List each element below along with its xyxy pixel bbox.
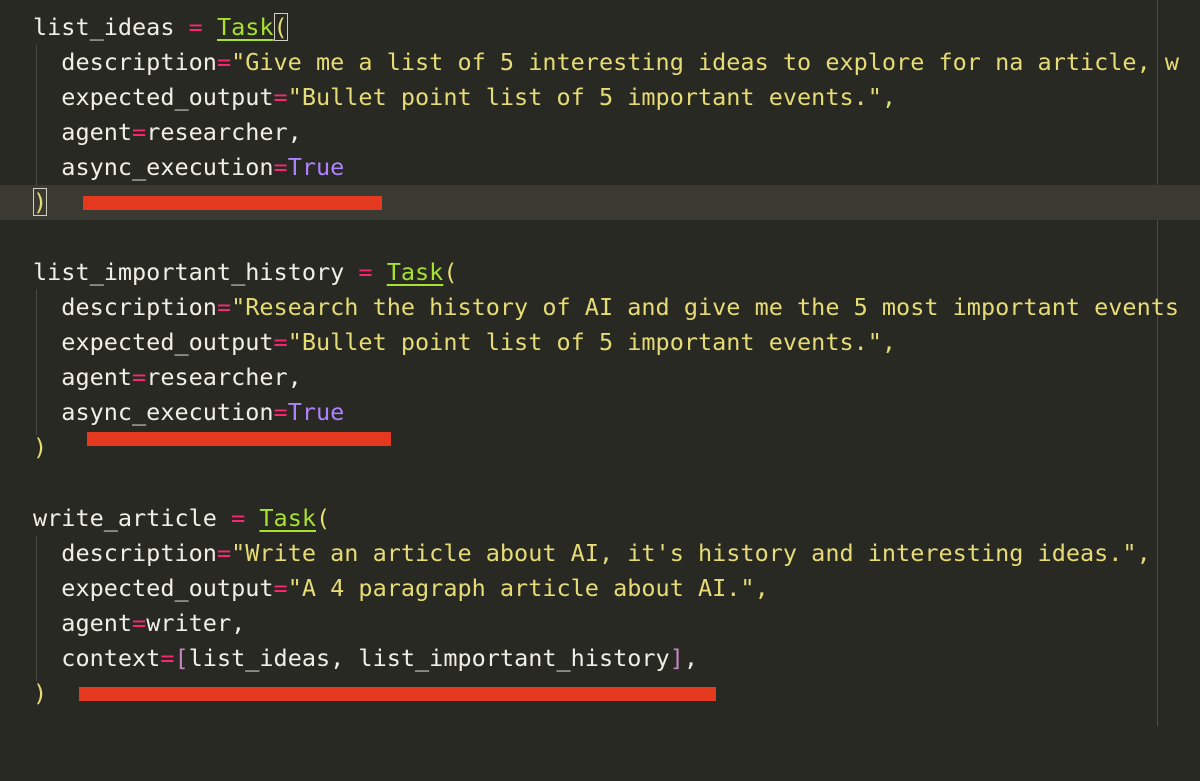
arg-key: expected_output bbox=[61, 328, 274, 356]
code-line[interactable]: expected_output="Bullet point list of 5 … bbox=[0, 80, 1200, 115]
arg-value: researcher, bbox=[146, 118, 302, 146]
class-name: Task bbox=[259, 504, 316, 532]
arg-key: description bbox=[61, 48, 217, 76]
arg-key: agent bbox=[61, 363, 133, 391]
arg-key: expected_output bbox=[61, 83, 274, 111]
highlight-mark bbox=[83, 196, 382, 210]
code-line[interactable]: agent=writer, bbox=[0, 606, 1200, 641]
code-line[interactable]: description="Research the history of AI … bbox=[0, 290, 1200, 325]
code-line[interactable]: async_execution=True bbox=[0, 150, 1200, 185]
code-line[interactable]: agent=researcher, bbox=[0, 360, 1200, 395]
code-line[interactable]: description="Write an article about AI, … bbox=[0, 536, 1200, 571]
code-line[interactable]: async_execution=True bbox=[0, 395, 1200, 430]
close-paren: ) bbox=[33, 433, 48, 461]
assign-operator: = bbox=[231, 504, 246, 532]
arg-string: "Bullet point list of 5 important events… bbox=[287, 328, 897, 356]
list-close-bracket: ] bbox=[669, 644, 684, 672]
arg-string: "A 4 paragraph article about AI.", bbox=[287, 574, 769, 602]
class-name: Task bbox=[386, 258, 444, 286]
arg-key: async_execution bbox=[61, 398, 274, 426]
code-line[interactable]: write_article = Task( bbox=[0, 501, 1200, 536]
arg-string: "Research the history of AI and give me … bbox=[231, 293, 1180, 321]
variable-name: list_ideas bbox=[33, 13, 175, 41]
trailing-comma: , bbox=[683, 644, 699, 672]
bool-constant: True bbox=[287, 398, 345, 426]
highlight-mark bbox=[79, 687, 716, 701]
close-paren: ) bbox=[33, 188, 48, 216]
code-line[interactable]: description="Give me a list of 5 interes… bbox=[0, 45, 1200, 80]
code-line[interactable]: expected_output="A 4 paragraph article a… bbox=[0, 571, 1200, 606]
open-paren: ( bbox=[273, 13, 288, 41]
arg-key: agent bbox=[61, 609, 133, 637]
arg-value: researcher, bbox=[146, 363, 302, 391]
arg-key: async_execution bbox=[61, 153, 274, 181]
arg-key: description bbox=[61, 539, 217, 567]
code-line[interactable]: ) bbox=[0, 430, 1200, 465]
code-line[interactable]: list_important_history = Task( bbox=[0, 255, 1200, 290]
close-paren: ) bbox=[33, 679, 48, 707]
open-paren: ( bbox=[316, 504, 331, 532]
bool-constant: True bbox=[287, 153, 345, 181]
arg-string: "Write an article about AI, it's history… bbox=[231, 539, 1151, 567]
code-line[interactable]: list_ideas = Task( bbox=[0, 10, 1200, 45]
arg-string: "Give me a list of 5 interesting ideas t… bbox=[231, 48, 1180, 76]
arg-value: writer, bbox=[146, 609, 246, 637]
list-open-bracket: [ bbox=[174, 644, 189, 672]
arg-string: "Bullet point list of 5 important events… bbox=[287, 83, 897, 111]
arg-key: agent bbox=[61, 118, 133, 146]
open-paren: ( bbox=[443, 258, 458, 286]
code-line[interactable]: expected_output="Bullet point list of 5 … bbox=[0, 325, 1200, 360]
variable-name: list_important_history bbox=[33, 258, 345, 286]
code-line[interactable]: context=[list_ideas, list_important_hist… bbox=[0, 641, 1200, 676]
context-list: list_ideas, list_important_history bbox=[188, 644, 670, 672]
code-editor[interactable]: list_ideas = Task( description="Give me … bbox=[0, 0, 1200, 726]
assign-operator: = bbox=[188, 13, 203, 41]
class-name: Task bbox=[216, 13, 274, 41]
variable-name: write_article bbox=[33, 504, 217, 532]
code-line[interactable]: agent=researcher, bbox=[0, 115, 1200, 150]
arg-key: expected_output bbox=[61, 574, 274, 602]
arg-key: context bbox=[61, 644, 161, 672]
assign-operator: = bbox=[358, 258, 373, 286]
arg-key: description bbox=[61, 293, 217, 321]
